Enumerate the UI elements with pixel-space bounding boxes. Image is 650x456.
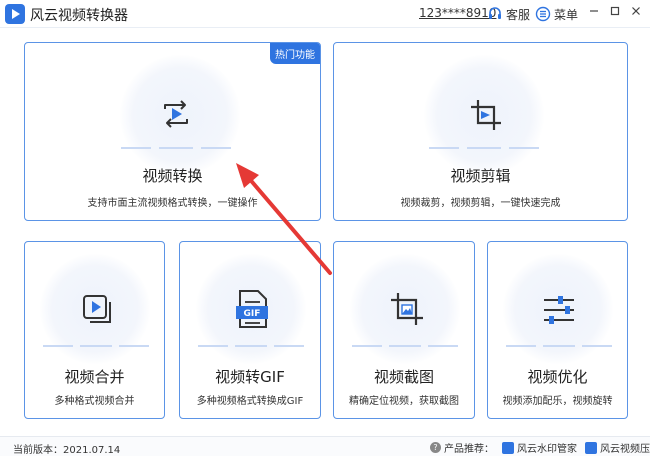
service-label: 客服	[506, 7, 531, 22]
sliders-icon	[544, 296, 574, 324]
close-button[interactable]	[627, 4, 645, 22]
menu-label: 菜单	[554, 7, 579, 22]
product-name: 风云水印管家	[517, 444, 577, 455]
screenshot-icon	[391, 293, 423, 325]
app-title: 风云视频转换器	[30, 8, 128, 24]
card-description: 多种格式视频合并	[54, 396, 135, 407]
version-label: 当前版本：2021.07.14	[13, 445, 121, 456]
product-recommend: ? 产品推荐： 风云水印管家 风云视频压缩	[430, 440, 650, 455]
card-description: 视频裁剪，视频剪辑，一键快速完成	[400, 198, 561, 209]
gif-file-icon: GIF	[236, 290, 268, 328]
convert-icon	[164, 100, 188, 128]
product-link-compress[interactable]: 风云视频压缩	[585, 440, 650, 455]
feature-card-optimize[interactable]: 视频优化 视频添加配乐，视频旋转	[487, 241, 628, 419]
title-bar: 风云视频转换器 123****8910 客服 菜单	[0, 0, 650, 28]
feature-card-screenshot[interactable]: 视频截图 精确定位视频，获取截图	[333, 241, 475, 419]
menu-button[interactable]: 菜单	[535, 4, 578, 24]
headset-icon	[489, 7, 501, 19]
crop-icon	[471, 100, 501, 130]
recommend-label: 产品推荐：	[444, 444, 494, 455]
customer-service-button[interactable]: 客服	[487, 4, 530, 24]
feature-card-edit[interactable]: 视频剪辑 视频裁剪，视频剪辑，一键快速完成	[333, 42, 628, 221]
card-title: 视频剪辑	[450, 167, 511, 185]
product-name: 风云视频压缩	[600, 444, 650, 455]
app-logo-icon	[5, 4, 25, 24]
card-title: 视频优化	[527, 368, 588, 386]
maximize-icon	[610, 6, 620, 16]
merge-icon	[83, 295, 111, 323]
menu-icon	[535, 6, 551, 22]
card-description: 精确定位视频，获取截图	[349, 396, 459, 407]
minimize-icon	[590, 10, 598, 12]
close-icon	[632, 7, 640, 15]
card-title: 视频截图	[373, 368, 434, 386]
account-phone-link[interactable]: 123****8910	[419, 6, 496, 20]
card-description: 视频添加配乐，视频旋转	[502, 396, 613, 407]
compress-app-icon	[585, 441, 597, 454]
hot-feature-badge: 热门功能	[270, 43, 320, 64]
status-bar: 当前版本：2021.07.14 ? 产品推荐： 风云水印管家 风云视频压缩	[0, 436, 650, 456]
help-icon: ?	[430, 442, 441, 453]
maximize-button[interactable]	[606, 4, 624, 22]
feature-card-gif[interactable]: GIF 视频转GIF 多种视频格式转换成GIF	[179, 241, 321, 419]
gif-icon-text: GIF	[244, 309, 261, 319]
feature-card-convert[interactable]: 热门功能 视频转换 支持市面主流视频格式转换，一键操作	[24, 42, 321, 221]
card-title: 视频合并	[64, 368, 125, 386]
card-title: 视频转换	[142, 167, 203, 185]
card-description: 支持市面主流视频格式转换，一键操作	[87, 198, 258, 209]
watermark-app-icon	[502, 441, 514, 454]
feature-card-merge[interactable]: 视频合并 多种格式视频合并	[24, 241, 165, 419]
product-link-watermark[interactable]: 风云水印管家	[502, 440, 577, 455]
card-description: 多种视频格式转换成GIF	[196, 396, 304, 407]
card-title: 视频转GIF	[215, 368, 285, 386]
minimize-button[interactable]	[585, 4, 603, 22]
